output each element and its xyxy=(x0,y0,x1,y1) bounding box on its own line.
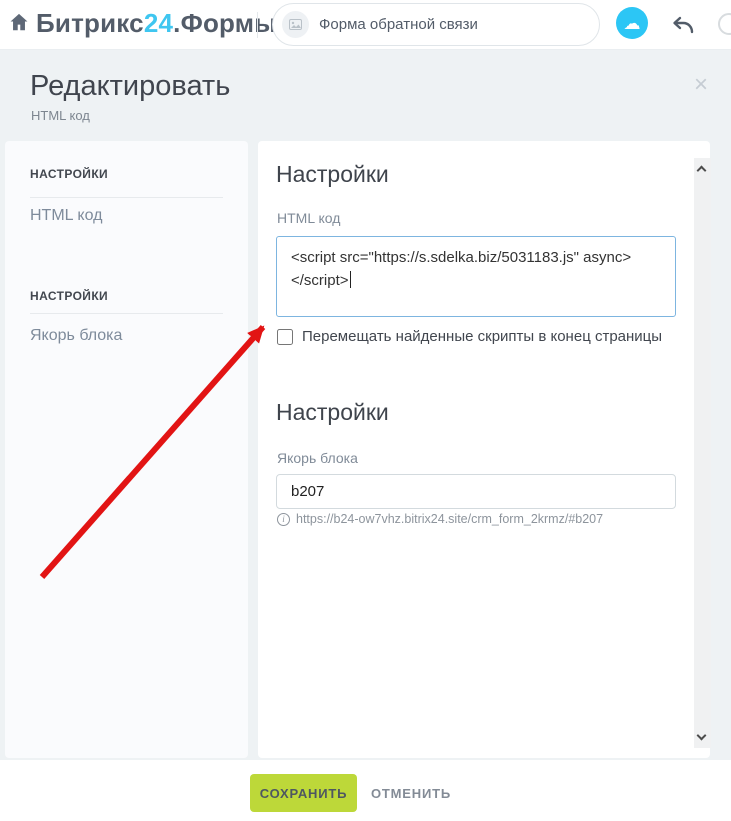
app-title-part3: .Формы xyxy=(173,8,276,38)
text-cursor xyxy=(350,271,351,288)
sidebar-section-heading-1: НАСТРОЙКИ xyxy=(30,167,108,181)
scroll-down-icon[interactable] xyxy=(697,731,707,741)
edit-slider-panel: Редактировать HTML код × НАСТРОЙКИ HTML … xyxy=(0,50,731,760)
title-divider xyxy=(257,12,258,38)
html-code-textarea[interactable]: <script src="https://s.sdelka.biz/503118… xyxy=(276,236,676,317)
cloud-icon: ☁ xyxy=(624,15,641,32)
close-button[interactable]: × xyxy=(688,72,714,98)
code-line-1: <script src="https://s.sdelka.biz/503118… xyxy=(291,249,631,266)
redo-button-partial[interactable] xyxy=(718,13,731,35)
save-button[interactable]: СОХРАНИТЬ xyxy=(250,774,357,812)
settings-content: Настройки HTML код <script src="https://… xyxy=(258,141,710,758)
undo-button[interactable] xyxy=(670,12,696,38)
anchor-label: Якорь блока xyxy=(277,450,358,466)
home-button[interactable] xyxy=(7,11,31,35)
settings-sidebar: НАСТРОЙКИ HTML код НАСТРОЙКИ Якорь блока xyxy=(5,141,248,758)
anchor-hint: i https://b24-ow7vhz.bitrix24.site/crm_f… xyxy=(277,512,603,526)
form-selector-value: Форма обратной связи xyxy=(319,16,478,33)
html-code-label: HTML код xyxy=(277,210,340,226)
scroll-up-icon[interactable] xyxy=(697,166,707,176)
anchor-input[interactable] xyxy=(276,474,676,509)
app-title-part2: 24 xyxy=(144,8,173,38)
bitrix24-forms-editor-screen: Битрикс24.Формы Форма обратной связи ☁ Р… xyxy=(0,0,731,821)
topbar: Битрикс24.Формы Форма обратной связи ☁ xyxy=(0,0,731,50)
cancel-button[interactable]: ОТМЕНИТЬ xyxy=(371,774,451,812)
app-title: Битрикс24.Формы xyxy=(36,8,277,39)
scrollbar[interactable] xyxy=(694,158,711,748)
sidebar-item-html-code[interactable]: HTML код xyxy=(30,207,102,225)
action-footer: СОХРАНИТЬ ОТМЕНИТЬ xyxy=(0,760,731,821)
move-scripts-row: Перемещать найденные скрипты в конец стр… xyxy=(277,328,662,345)
code-line-2: </script> xyxy=(291,272,349,289)
cloud-publish-button[interactable]: ☁ xyxy=(616,7,648,39)
sidebar-item-anchor[interactable]: Якорь блока xyxy=(30,327,122,345)
info-icon: i xyxy=(277,513,290,526)
move-scripts-label[interactable]: Перемещать найденные скрипты в конец стр… xyxy=(302,328,662,345)
html-settings-heading: Настройки xyxy=(276,161,389,188)
sidebar-divider-1 xyxy=(30,197,223,198)
move-scripts-checkbox[interactable] xyxy=(277,329,293,345)
panel-subtitle: HTML код xyxy=(31,108,90,123)
home-icon xyxy=(8,21,30,36)
panel-title: Редактировать xyxy=(30,70,230,103)
undo-icon xyxy=(670,26,696,41)
form-image-icon xyxy=(282,11,309,38)
anchor-settings-heading: Настройки xyxy=(276,399,389,426)
close-icon: × xyxy=(694,71,708,98)
sidebar-divider-2 xyxy=(30,313,223,314)
form-selector-pill[interactable]: Форма обратной связи xyxy=(272,3,600,46)
app-title-part1: Битрикс xyxy=(36,8,144,38)
anchor-hint-url: https://b24-ow7vhz.bitrix24.site/crm_for… xyxy=(296,512,603,526)
sidebar-section-heading-2: НАСТРОЙКИ xyxy=(30,289,108,303)
